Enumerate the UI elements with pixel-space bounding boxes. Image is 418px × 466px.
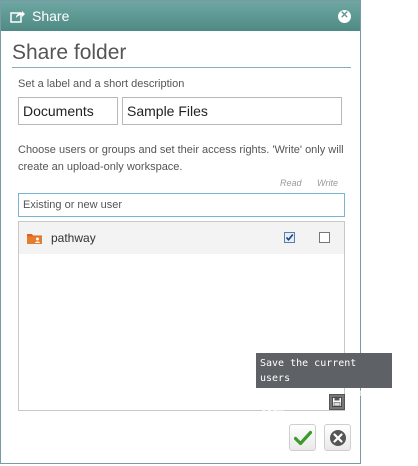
tooltip-line-2: list as a personal team	[260, 388, 369, 414]
floppy-disk-icon	[332, 397, 342, 407]
dialog-titlebar[interactable]: Share ✕	[1, 1, 360, 31]
ok-button[interactable]	[289, 424, 316, 451]
heading-divider	[12, 67, 351, 68]
user-folder-icon	[27, 231, 42, 244]
user-name: pathway	[51, 231, 96, 245]
close-icon[interactable]: ✕	[338, 9, 351, 23]
read-column-header: Read	[280, 178, 302, 188]
label-field[interactable]: Documents	[18, 97, 118, 125]
user-search-input[interactable]: Existing or new user	[18, 193, 345, 217]
share-dialog: Share ✕ Share folder Set a label and a s…	[0, 0, 392, 464]
users-instructions-text: Choose users or groups and set their acc…	[18, 144, 344, 173]
tooltip-line-1: Save the current users	[260, 358, 357, 384]
write-column-header: Write	[317, 178, 338, 188]
cancel-button[interactable]	[324, 424, 351, 451]
description-field[interactable]: Sample Files	[122, 97, 342, 125]
label-description-text: Set a label and a short description	[18, 78, 185, 90]
read-checkbox[interactable]	[284, 232, 295, 243]
save-team-button[interactable]	[329, 394, 345, 410]
share-icon	[10, 9, 26, 23]
write-checkbox[interactable]	[319, 232, 330, 243]
checkmark-icon	[293, 430, 312, 446]
dialog-title: Share	[32, 8, 70, 24]
list-item[interactable]: pathway	[19, 222, 344, 254]
page-title: Share folder	[12, 41, 127, 64]
cancel-icon	[329, 429, 347, 447]
save-team-tooltip: Save the current users list as a persona…	[256, 353, 392, 414]
